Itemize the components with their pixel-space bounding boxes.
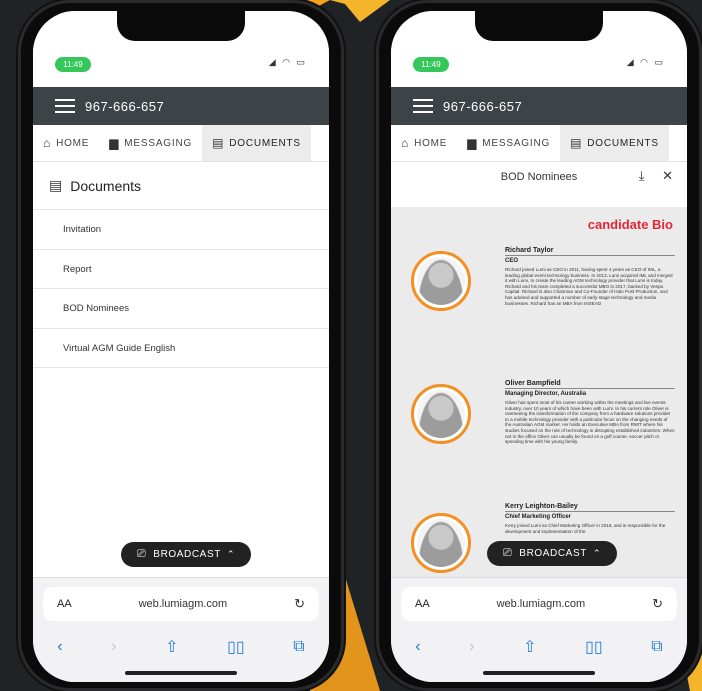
menu-icon[interactable]: [413, 99, 433, 113]
browser-toolbar: ‹ › ⇧ ▯▯ ⧉: [33, 632, 329, 662]
viewer-actions: ⤓ ✕: [625, 168, 673, 184]
back-icon[interactable]: ‹: [57, 638, 62, 656]
broadcast-label: BROADCAST: [153, 549, 221, 560]
url-text: web.lumiagm.com: [496, 598, 586, 610]
text-size-button[interactable]: AA: [415, 598, 430, 610]
document-icon: ▤: [212, 136, 225, 150]
forward-icon[interactable]: ›: [111, 638, 116, 656]
tab-documents[interactable]: ▤ DOCUMENTS: [560, 125, 669, 161]
tabs-icon[interactable]: ⧉: [293, 638, 304, 656]
status-time: 11:49: [55, 57, 91, 72]
left-phone: 11:49 ◢ ◠ ▭ 967-666-657 ⌂ HOME ▆ MESSAGI…: [18, 0, 344, 691]
reload-icon[interactable]: ↻: [652, 596, 663, 612]
person-role: Managing Director, Australia: [505, 391, 587, 397]
top-bar: 967-666-657: [33, 87, 329, 125]
document-viewer-header: BOD Nominees ⤓ ✕: [391, 162, 687, 192]
person-text: Kerry Leighton-Bailey Chief Marketing Of…: [505, 503, 675, 534]
broadcast-button[interactable]: ⎚ BROADCAST ⌃: [487, 541, 617, 566]
document-page[interactable]: candidate Bio Richard Taylor CEO Richard…: [391, 207, 687, 577]
person-photo: [411, 513, 471, 573]
address-bar[interactable]: AA web.lumiagm.com ↻: [401, 587, 677, 621]
close-icon[interactable]: ✕: [662, 168, 673, 183]
document-icon: ▤: [570, 136, 583, 150]
list-item-report[interactable]: Report: [33, 250, 329, 289]
address-bar[interactable]: AA web.lumiagm.com ↻: [43, 587, 319, 621]
tab-bar: ⌂ HOME ▆ MESSAGING ▤ DOCUMENTS: [33, 125, 329, 162]
documents-list: Invitation Report BOD Nominees Virtual A…: [33, 210, 329, 368]
documents-header: ▤ Documents: [33, 162, 329, 210]
tab-messaging[interactable]: ▆ MESSAGING: [99, 125, 202, 161]
bookmarks-icon[interactable]: ▯▯: [585, 637, 603, 657]
left-phone-screen: 11:49 ◢ ◠ ▭ 967-666-657 ⌂ HOME ▆ MESSAGI…: [33, 11, 329, 682]
forward-icon[interactable]: ›: [469, 638, 474, 656]
chevron-up-icon: ⌃: [226, 549, 236, 559]
tab-home-label: HOME: [414, 137, 448, 149]
menu-icon[interactable]: [55, 99, 75, 113]
right-phone: 11:49 ◢ ◠ ▭ 967-666-657 ⌂ HOME ▆ MESSAGI…: [376, 0, 702, 691]
person-photo: [411, 251, 471, 311]
cast-icon: ⎚: [502, 547, 513, 559]
share-icon[interactable]: ⇧: [523, 637, 536, 657]
text-size-button[interactable]: AA: [57, 598, 72, 610]
person-bio: Oliver has spent most of his career work…: [505, 400, 675, 445]
broadcast-label: BROADCAST: [519, 548, 587, 559]
broadcast-button[interactable]: ⎚ BROADCAST ⌃: [121, 542, 251, 567]
tab-home-label: HOME: [56, 137, 90, 149]
tab-documents-label: DOCUMENTS: [587, 137, 659, 149]
cast-icon: ⎚: [136, 548, 147, 560]
list-item-bod-nominees[interactable]: BOD Nominees: [33, 289, 329, 329]
download-icon[interactable]: ⤓: [639, 168, 645, 183]
back-icon[interactable]: ‹: [415, 638, 420, 656]
documents-title: Documents: [70, 177, 142, 194]
person-role: CEO: [505, 258, 519, 264]
tab-home[interactable]: ⌂ HOME: [33, 125, 99, 161]
url-text: web.lumiagm.com: [138, 598, 228, 610]
browser-bar: AA web.lumiagm.com ↻ ‹ › ⇧ ▯▯ ⧉: [33, 577, 329, 682]
tab-home[interactable]: ⌂ HOME: [391, 125, 457, 161]
top-bar: 967-666-657: [391, 87, 687, 125]
list-item-agm-guide[interactable]: Virtual AGM Guide English: [33, 329, 329, 368]
home-indicator: [125, 671, 237, 675]
bio-heading: candidate Bio: [587, 217, 673, 232]
person-text: Oliver Bampfield Managing Director, Aust…: [505, 380, 675, 445]
person-role: Chief Marketing Officer: [505, 514, 572, 520]
browser-bar: AA web.lumiagm.com ↻ ‹ › ⇧ ▯▯ ⧉: [391, 577, 687, 682]
tab-messaging-label: MESSAGING: [124, 137, 193, 149]
status-time: 11:49: [413, 57, 449, 72]
phone-number: 967-666-657: [85, 98, 165, 114]
person-name: Kerry Leighton-Bailey: [505, 503, 675, 512]
notch: [475, 11, 603, 41]
message-icon: ▆: [467, 136, 478, 150]
status-icons: ◢ ◠ ▭: [268, 57, 307, 67]
person-photo: [411, 384, 471, 444]
phone-number: 967-666-657: [443, 98, 523, 114]
tab-messaging-label: MESSAGING: [482, 137, 551, 149]
browser-toolbar: ‹ › ⇧ ▯▯ ⧉: [391, 632, 687, 662]
tab-messaging[interactable]: ▆ MESSAGING: [457, 125, 560, 161]
person-bio: Kerry joined Lumi as Chief Marketing Off…: [505, 523, 666, 534]
reload-icon[interactable]: ↻: [294, 596, 305, 612]
person-text: Richard Taylor CEO Richard joined Lumi a…: [505, 247, 675, 306]
tab-documents[interactable]: ▤ DOCUMENTS: [202, 125, 311, 161]
list-item-invitation[interactable]: Invitation: [33, 210, 329, 250]
home-indicator: [483, 671, 595, 675]
tab-bar: ⌂ HOME ▆ MESSAGING ▤ DOCUMENTS: [391, 125, 687, 162]
home-icon: ⌂: [401, 136, 410, 150]
person-bio: Richard joined Lumi as CEO in 2011, havi…: [505, 267, 673, 306]
person-name: Oliver Bampfield: [505, 380, 675, 389]
chevron-up-icon: ⌃: [592, 548, 602, 558]
person-name: Richard Taylor: [505, 247, 675, 256]
notch: [117, 11, 245, 41]
share-icon[interactable]: ⇧: [165, 637, 178, 657]
bookmarks-icon[interactable]: ▯▯: [227, 637, 245, 657]
home-icon: ⌂: [43, 136, 52, 150]
status-icons: ◢ ◠ ▭: [626, 57, 665, 67]
tabs-icon[interactable]: ⧉: [651, 638, 662, 656]
document-icon: ▤: [49, 177, 63, 193]
right-phone-screen: 11:49 ◢ ◠ ▭ 967-666-657 ⌂ HOME ▆ MESSAGI…: [391, 11, 687, 682]
message-icon: ▆: [109, 136, 120, 150]
document-title: BOD Nominees: [500, 171, 578, 183]
tab-documents-label: DOCUMENTS: [229, 137, 301, 149]
